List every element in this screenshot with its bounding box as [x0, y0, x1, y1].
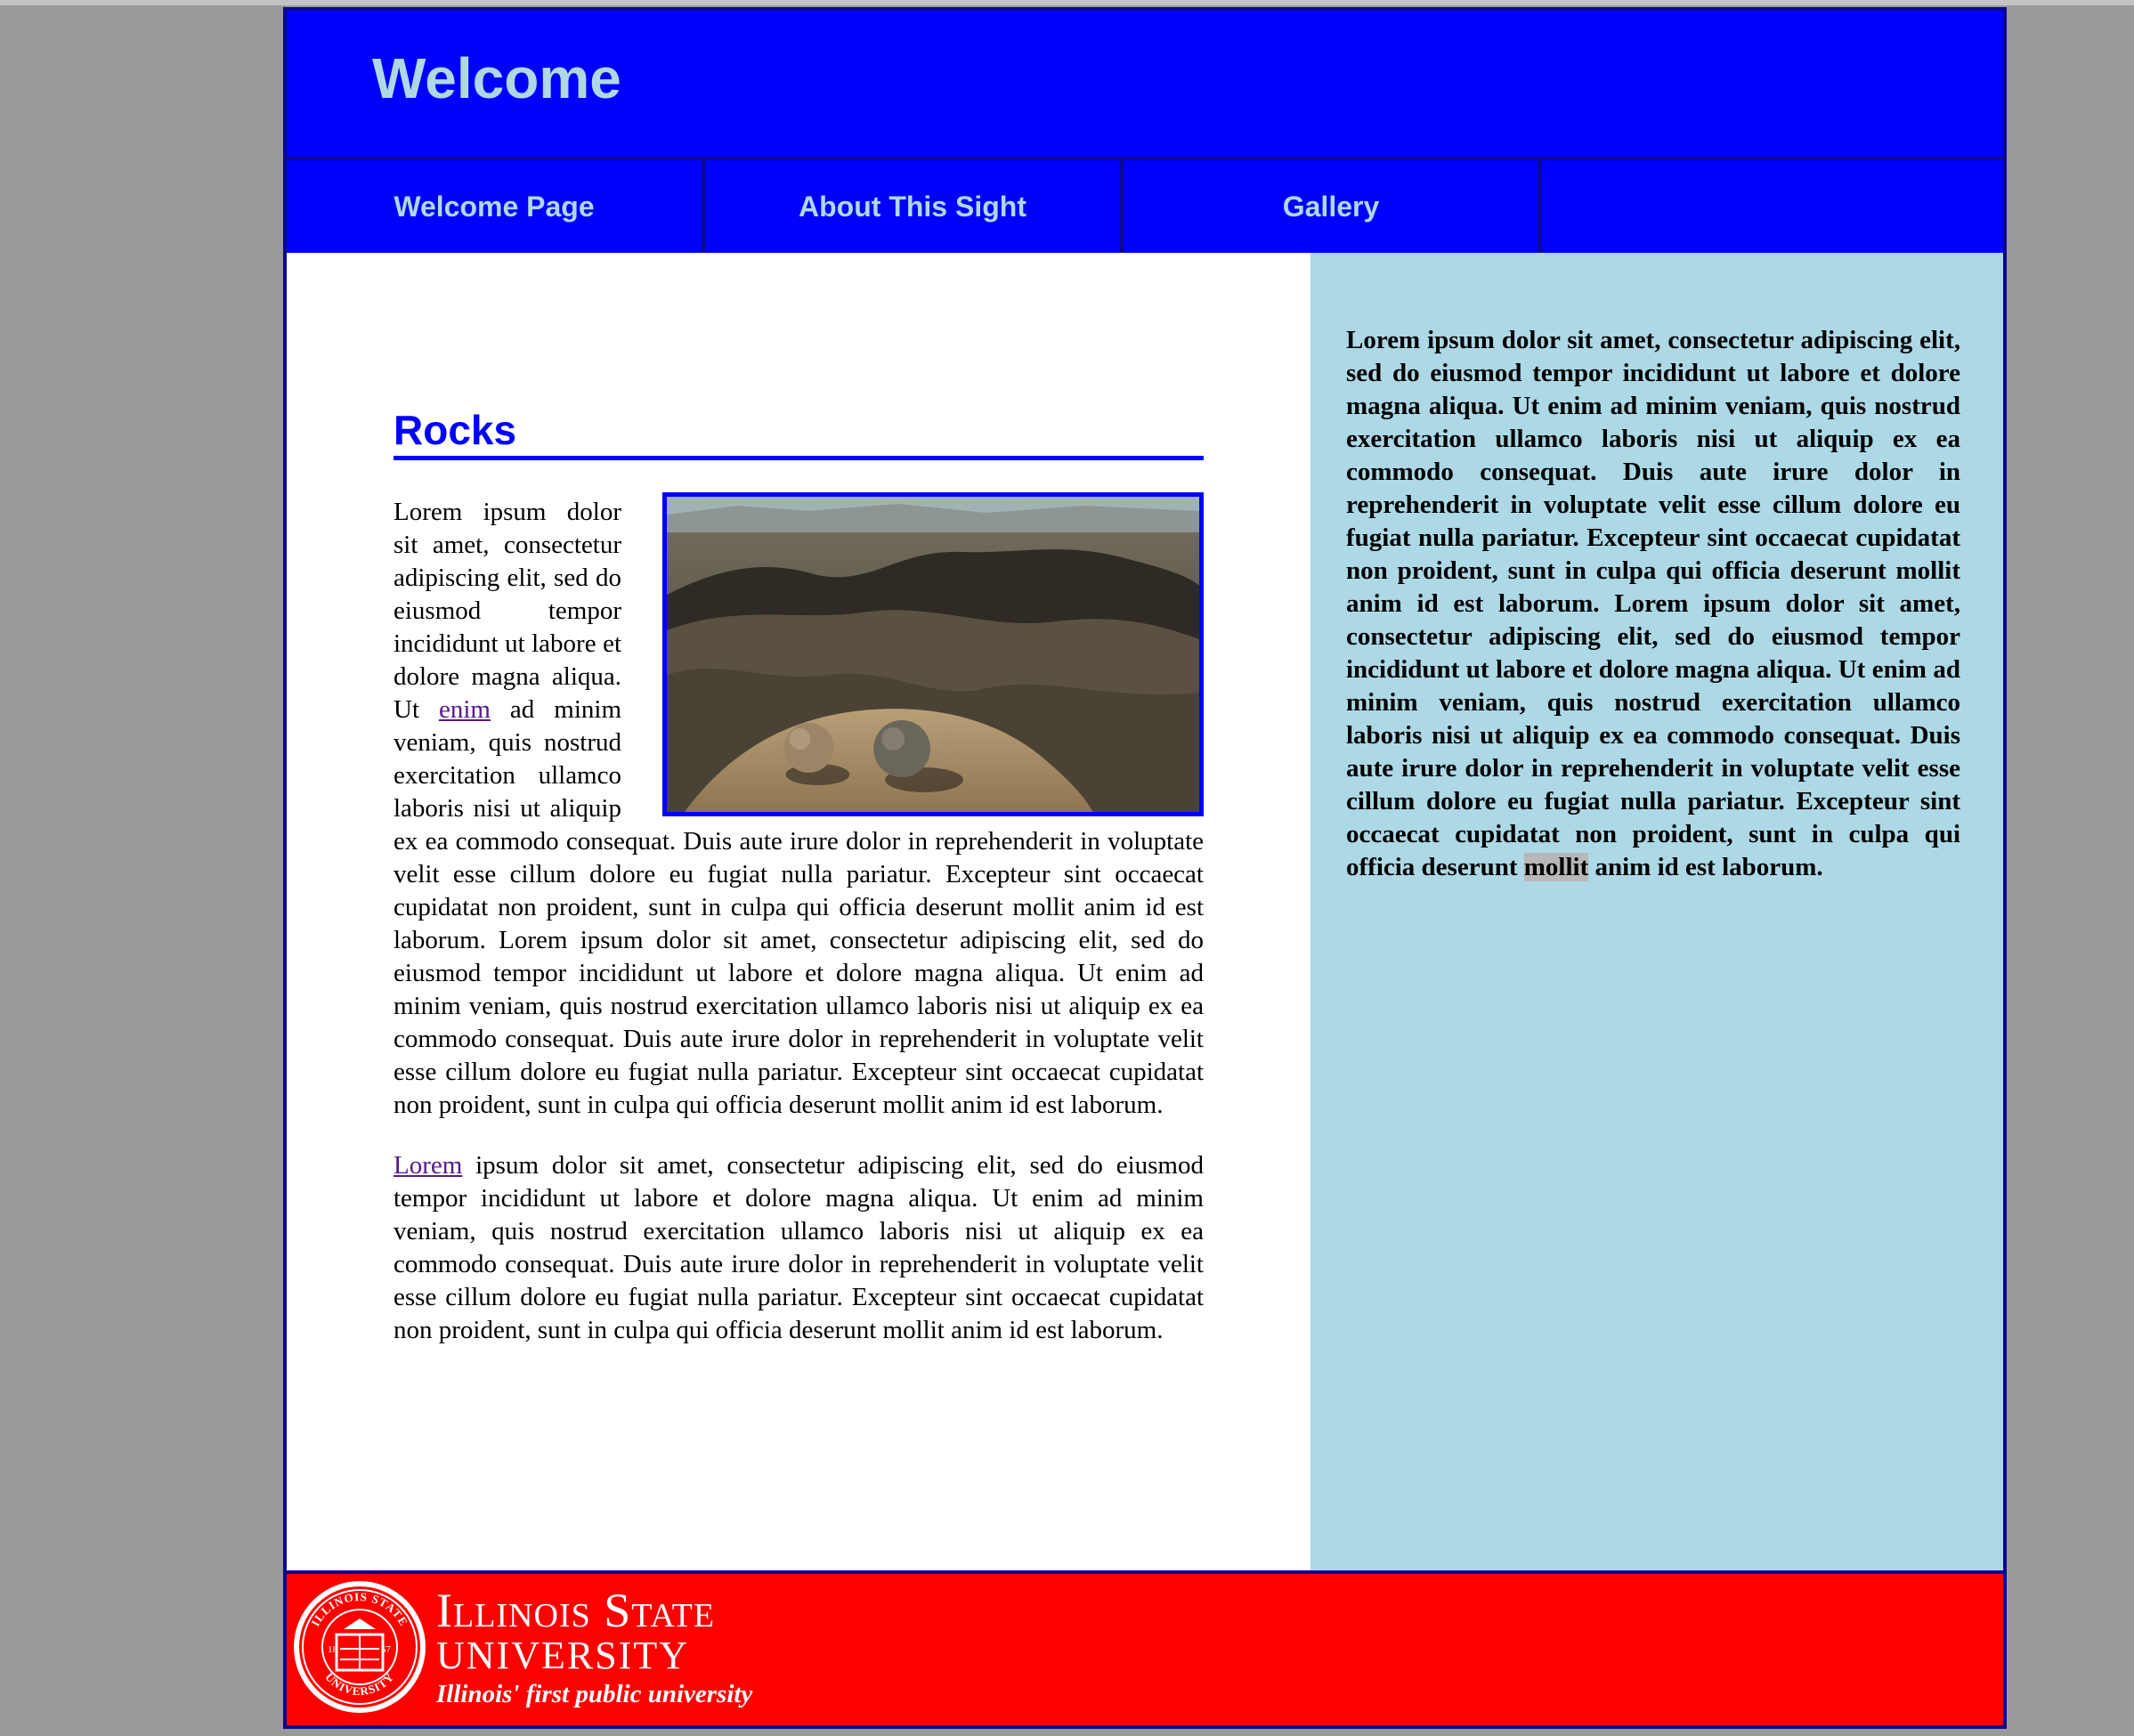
university-logo[interactable]: Illinois State UNIVERSITY Illinois' firs…: [436, 1586, 752, 1711]
article-paragraph-2-text: ipsum dolor sit amet, consectetur adipis…: [394, 1151, 1204, 1344]
article-paragraph-2: Lorem ipsum dolor sit amet, consectetur …: [394, 1149, 1204, 1347]
sidebar-text-a: Lorem ipsum dolor sit amet, consectetur …: [1346, 326, 1960, 881]
site-header: Welcome: [287, 11, 2003, 160]
sidebar-text: Lorem ipsum dolor sit amet, consectetur …: [1346, 324, 1960, 884]
site-footer: ILLINOIS STATE UNIVERSITY 18 57 Illinois…: [287, 1570, 2003, 1725]
nav-item-empty[interactable]: [1542, 160, 2003, 253]
lorem-link[interactable]: Lorem: [394, 1151, 462, 1180]
sidebar: Lorem ipsum dolor sit amet, consectetur …: [1310, 253, 2003, 1570]
enim-link[interactable]: enim: [439, 695, 491, 724]
main-nav: Welcome Page About This Sight Gallery: [287, 160, 2003, 253]
nav-item-gallery[interactable]: Gallery: [1124, 160, 1542, 253]
svg-text:57: 57: [381, 1644, 392, 1655]
nav-item-about-this-sight[interactable]: About This Sight: [705, 160, 1124, 253]
logo-line-1: Illinois State: [436, 1584, 716, 1637]
page-container: Welcome Welcome Page About This Sight Ga…: [283, 7, 2007, 1729]
svg-text:18: 18: [328, 1644, 338, 1655]
rocks-photo-image: [667, 497, 1199, 812]
article-paragraph-1-text-a: Lorem ipsum dolor sit amet, consectetur …: [394, 498, 621, 724]
main-content: Rocks Lorem ipsum dolor sit amet, consec…: [287, 253, 1310, 1570]
logo-line-2: UNIVERSITY: [436, 1634, 689, 1677]
rocks-photo: [662, 492, 1204, 816]
window-top-edge: [0, 0, 2134, 5]
logo-tagline: Illinois' first public university: [436, 1680, 753, 1708]
site-title: Welcome: [372, 46, 621, 110]
university-seal-icon: ILLINOIS STATE UNIVERSITY 18 57: [294, 1581, 426, 1713]
article-paragraph-1: Lorem ipsum dolor sit amet, consectetur …: [394, 492, 1204, 1122]
highlighted-word: mollit: [1523, 853, 1589, 881]
sidebar-text-b: anim id est laborum.: [1588, 853, 1823, 881]
article: Rocks Lorem ipsum dolor sit amet, consec…: [394, 404, 1204, 1347]
nav-item-welcome-page[interactable]: Welcome Page: [287, 160, 705, 253]
article-heading: Rocks: [394, 404, 1204, 460]
